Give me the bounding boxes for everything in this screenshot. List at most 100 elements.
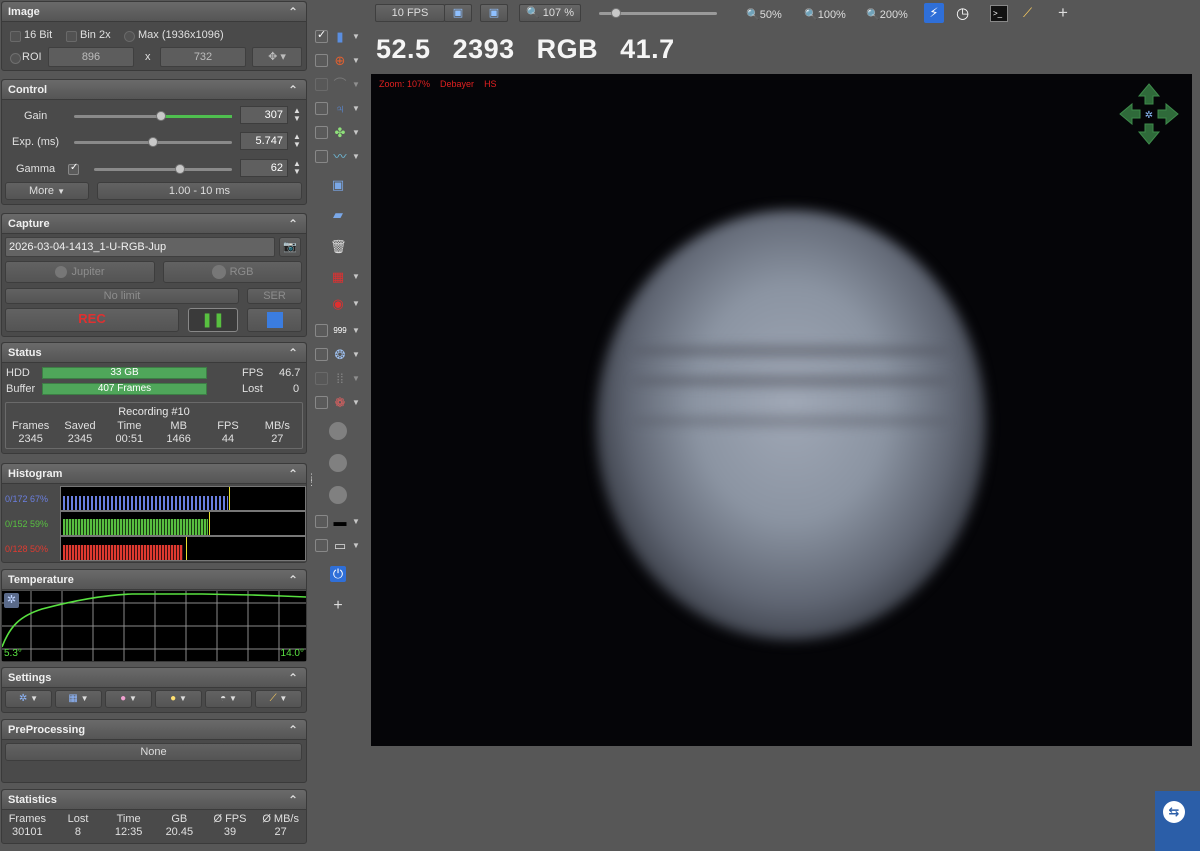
gamma-spinner[interactable]: ▲ ▼ (292, 160, 302, 176)
collapse-icon[interactable]: ⌃ (288, 464, 298, 484)
chevron-down-icon[interactable]: ▼ (352, 350, 360, 359)
jupiter-symbol-icon[interactable]: ♃ (332, 101, 348, 117)
tool-flat-checkbox[interactable] (315, 539, 328, 552)
bin2x-checkbox[interactable] (66, 31, 77, 42)
tool-rgb-checkbox[interactable] (315, 396, 328, 409)
collapse-icon[interactable]: ⌃ (288, 80, 298, 100)
telescope-button[interactable]: ⟋ (1023, 5, 1043, 23)
roi-radio[interactable] (10, 53, 21, 64)
black-frame-icon[interactable]: ▬ (332, 514, 348, 530)
roi-height-field[interactable]: 732 (160, 47, 246, 67)
collapse-icon[interactable]: ⌃ (288, 2, 298, 22)
16bit-checkbox[interactable] (10, 31, 21, 42)
power-icon[interactable]: ⏻ (330, 566, 346, 582)
remote-support-badge[interactable]: ⇆ (1155, 791, 1200, 851)
histogram-panel-header[interactable]: Histogram ⌃ (2, 464, 306, 484)
folder-icon[interactable]: ▰ (330, 207, 346, 223)
chevron-down-icon[interactable]: ▼ (352, 32, 360, 41)
tool-histogram-checkbox[interactable]: ✓ (315, 29, 328, 43)
temperature-panel-header[interactable]: Temperature ⌃ (2, 570, 306, 590)
zoom-50-link[interactable]: 🔍50% (746, 8, 782, 21)
roi-preset-dropdown[interactable]: ✥ ▾ (252, 47, 302, 67)
tool-black-checkbox[interactable] (315, 515, 328, 528)
zoom-200-link[interactable]: 🔍200% (866, 8, 908, 21)
settings-light-button[interactable]: ● ▼ (155, 690, 202, 708)
temperature-settings-button[interactable]: ✲ (4, 593, 19, 608)
circle-button-2[interactable] (329, 454, 347, 472)
gamma-slider-knob[interactable] (174, 164, 185, 174)
tool-graph-checkbox[interactable] (315, 150, 328, 163)
gain-slider-knob[interactable] (155, 111, 166, 121)
flat-frame-icon[interactable]: ▭ (332, 538, 348, 554)
tool-focus-checkbox[interactable] (315, 78, 328, 91)
settings-table-button[interactable]: ▦ ▼ (55, 690, 102, 708)
exposure-slider-knob[interactable] (148, 137, 158, 147)
max-radio[interactable] (124, 31, 135, 42)
fps-limit-button[interactable]: 10 FPS (375, 4, 445, 22)
chevron-down-icon[interactable]: ▼ (352, 326, 360, 335)
gain-input[interactable]: 307 (240, 106, 288, 124)
tool-counter-checkbox[interactable] (315, 324, 328, 337)
settings-telescope-button[interactable]: ⟋ ▼ (255, 690, 302, 708)
settings-dome-button[interactable]: ◓ ▼ (205, 690, 252, 708)
mount-nav-pad[interactable]: ✲ (1118, 82, 1180, 146)
pause-button[interactable]: ❚❚ (188, 308, 238, 332)
collapse-icon[interactable]: ⌃ (288, 214, 298, 234)
record-button[interactable]: REC (5, 308, 179, 332)
tool-derotate-checkbox[interactable] (315, 102, 328, 115)
format-button[interactable]: SER (247, 288, 302, 304)
chevron-down-icon[interactable]: ▼ (352, 272, 360, 281)
chevron-down-icon[interactable]: ▼ (352, 398, 360, 407)
stop-button[interactable] (247, 308, 302, 332)
settings-general-button[interactable]: ✲ ▼ (5, 690, 52, 708)
capture-panel-header[interactable]: Capture ⌃ (2, 214, 306, 234)
console-button[interactable]: >_ (990, 5, 1008, 22)
display-button[interactable]: ▣ (480, 4, 508, 22)
collapse-icon[interactable]: ⌃ (288, 570, 298, 590)
gamma-input[interactable]: 62 (240, 159, 288, 177)
exposure-range-button[interactable]: 1.00 - 10 ms (97, 182, 302, 200)
filter-button[interactable]: RGB (163, 261, 302, 283)
zoom-value-button[interactable]: 🔍 107 % (519, 4, 581, 22)
statistics-panel-header[interactable]: Statistics ⌃ (2, 790, 306, 810)
calendar-icon[interactable]: ▣ (330, 177, 346, 193)
trash-icon[interactable]: 🗑 (330, 239, 347, 255)
control-panel-header[interactable]: Control ⌃ (2, 80, 306, 100)
camera-viewport[interactable]: Zoom: 107% Debayer HS (371, 74, 1192, 746)
dot-grid-icon[interactable]: ⁞⁞ (332, 371, 348, 387)
tool-reticle-checkbox[interactable] (315, 348, 328, 361)
settings-color-button[interactable]: ● ▼ (105, 690, 152, 708)
circle-button-1[interactable] (329, 422, 347, 440)
stars-icon[interactable]: ✤ (332, 125, 348, 141)
chevron-down-icon[interactable]: ▼ (352, 541, 360, 550)
grid-overlay-icon[interactable]: ▦ (330, 269, 346, 285)
chevron-down-icon[interactable]: ▼ (352, 56, 360, 65)
chevron-down-icon[interactable]: ▼ (352, 104, 360, 113)
preprocessing-panel-header[interactable]: PreProcessing ⌃ (2, 720, 306, 740)
exposure-spinner[interactable]: ▲ ▼ (292, 133, 302, 149)
run-button[interactable]: ⚡ (924, 3, 944, 23)
camera-snapshot-button[interactable]: 📷 (279, 237, 301, 257)
crosshair-icon[interactable]: ⊕ (332, 53, 348, 69)
chevron-down-icon[interactable]: ▼ (352, 374, 360, 383)
zoom-100-link[interactable]: 🔍100% (804, 8, 846, 21)
add-tool-icon[interactable]: + (330, 598, 346, 614)
zoom-slider-knob[interactable] (611, 8, 621, 18)
chevron-down-icon[interactable]: ▼ (352, 128, 360, 137)
gamma-checkbox[interactable]: ✓ (68, 162, 79, 175)
gamma-slider[interactable] (94, 164, 232, 174)
preprocessing-dropdown[interactable]: None (5, 743, 302, 761)
collapse-icon[interactable]: ⌃ (288, 720, 298, 740)
chevron-down-icon[interactable]: ▼ (352, 152, 360, 161)
add-toolbar-button[interactable]: + (1058, 3, 1068, 23)
reticle-icon[interactable]: ❂ (332, 347, 348, 363)
gain-spinner[interactable]: ▲ ▼ (292, 107, 302, 123)
timelapse-button[interactable]: ◷ (956, 4, 976, 24)
chevron-down-icon[interactable]: ▼ (352, 80, 360, 89)
rgb-circles-icon[interactable]: ❁ (332, 395, 348, 411)
exposure-input[interactable]: 5.747 (240, 132, 288, 150)
image-panel-header[interactable]: Image ⌃ (2, 2, 306, 22)
target-icon[interactable]: ◉ (330, 296, 346, 312)
settings-panel-header[interactable]: Settings ⌃ (2, 668, 306, 688)
tool-stars-checkbox[interactable] (315, 126, 328, 139)
